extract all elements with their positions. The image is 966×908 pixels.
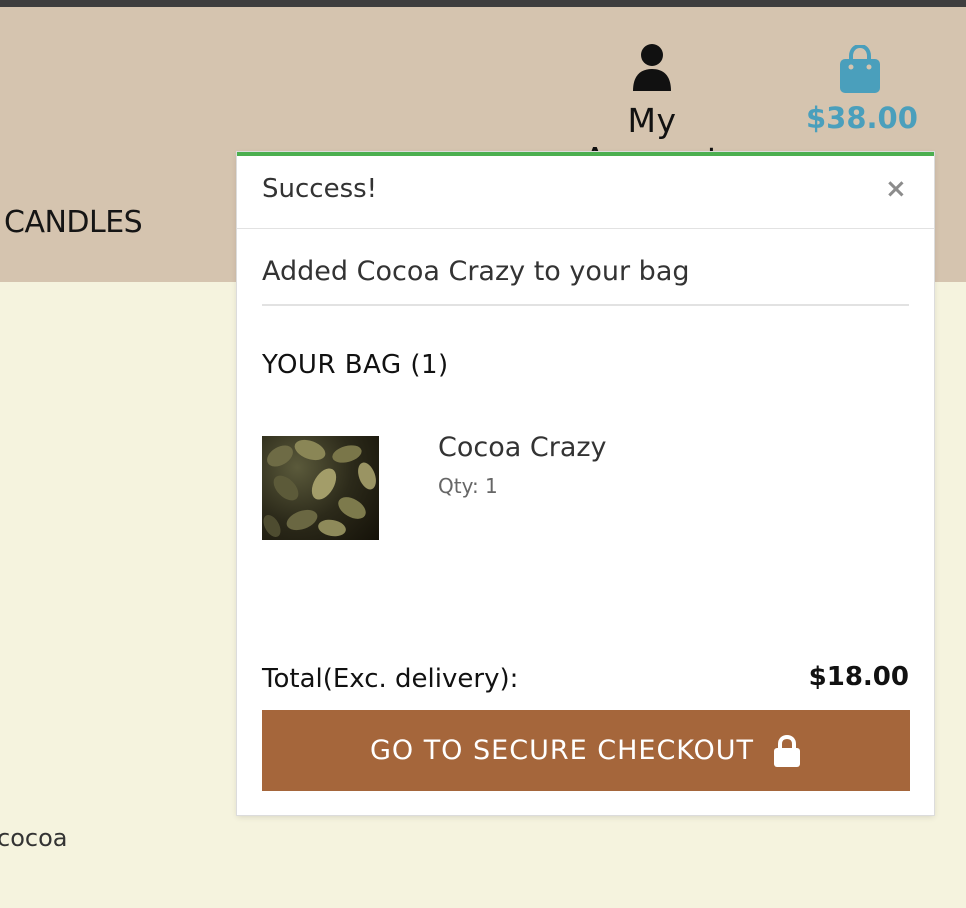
bag-total: $38.00: [806, 101, 918, 135]
top-bar: [0, 0, 966, 7]
product-description-snippet: cocoa: [0, 824, 68, 852]
lock-icon: [774, 734, 801, 767]
bag-heading: YOUR BAG (1): [262, 350, 449, 380]
cardamom-pods-image: [263, 439, 376, 537]
toast-header: Success! ×: [237, 156, 934, 229]
bag-item-qty: Qty: 1: [438, 474, 498, 498]
total-value: $18.00: [808, 662, 909, 692]
total-label: Total(Exc. delivery):: [262, 664, 519, 694]
shopping-bag-icon: [840, 45, 880, 93]
bag-item-name: Cocoa Crazy: [438, 432, 607, 463]
product-thumbnail: [262, 436, 379, 540]
shopping-bag-link[interactable]: $38.00: [806, 43, 918, 143]
nav-item-candles[interactable]: CANDLES: [4, 205, 143, 240]
success-toast: Success! × Added Cocoa Crazy to your bag…: [237, 152, 934, 815]
secure-checkout-button[interactable]: GO TO SECURE CHECKOUT: [262, 710, 910, 791]
user-icon: [633, 44, 671, 91]
divider: [262, 304, 909, 306]
toast-message: Added Cocoa Crazy to your bag: [262, 256, 690, 287]
toast-title: Success!: [262, 174, 378, 204]
checkout-label: GO TO SECURE CHECKOUT: [369, 735, 755, 766]
close-icon[interactable]: ×: [885, 174, 907, 204]
my-account-link[interactable]: My Account: [560, 43, 744, 179]
